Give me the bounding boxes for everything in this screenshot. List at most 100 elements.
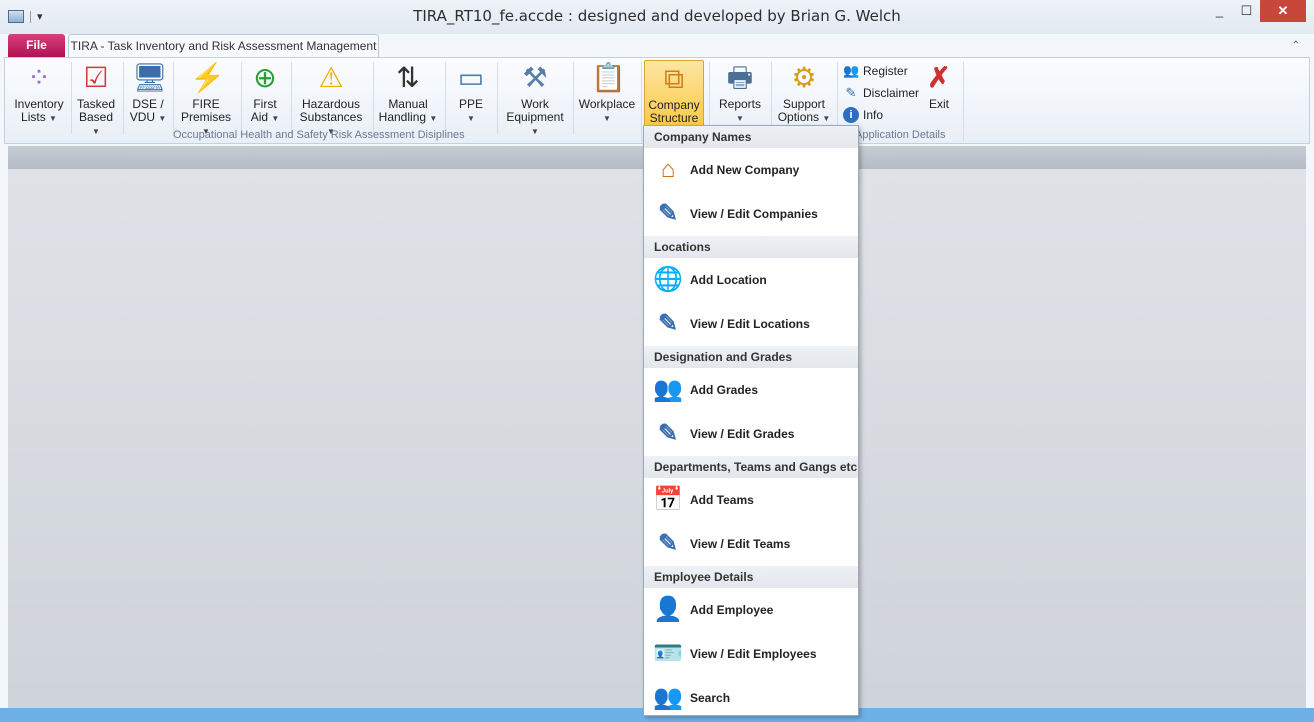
divider (71, 62, 72, 134)
exit-label: Exit (928, 97, 949, 111)
info-button[interactable]: i Info (843, 107, 883, 123)
disclaimer-label: Disclaimer (863, 86, 920, 100)
menu-item-add-grades[interactable]: 👥 Add Grades (644, 368, 858, 412)
menu-item-label: Search (690, 691, 731, 705)
app-window: ▾ TIRA_RT10_fe.accde : designed and deve… (0, 0, 1314, 722)
dropdown-arrow-icon: ▼ (603, 114, 611, 123)
org-chart-icon: ⧉ (664, 63, 684, 94)
workplace-button[interactable]: 📋 Workplace ▼ (575, 60, 639, 128)
ppe-label: PPE (458, 97, 483, 111)
add-employee-icon: 👤 (653, 596, 683, 623)
menu-item-view-edit-teams[interactable]: ✎ View / Edit Teams (644, 522, 858, 566)
up-down-arrows-icon: ⇅ (396, 62, 420, 93)
menu-item-label: View / Edit Locations (690, 317, 810, 331)
fire-premises-button[interactable]: ⚡ FIRE Premises ▼ (177, 60, 235, 136)
menu-item-add-teams[interactable]: 📅 Add Teams (644, 478, 858, 522)
globe-icon: 🌐 (653, 266, 683, 293)
edit-icon: ✎ (657, 200, 679, 227)
inventory-label-1: Inventory (14, 97, 64, 111)
monitor-icon: 🖥 (132, 62, 168, 93)
checklist-icon: ☑ (83, 62, 109, 93)
dse-vdu-button[interactable]: 🖥 DSE / VDU ▼ (127, 60, 169, 128)
tasked-based-button[interactable]: ☑ Tasked Based ▼ (75, 60, 117, 136)
firstaid-label-1: First (253, 97, 277, 111)
divider (709, 62, 710, 134)
menu-item-add-new-company[interactable]: ⌂ Add New Company (644, 148, 858, 192)
support-label-2: Options (777, 110, 820, 124)
dropdown-arrow-icon: ▼ (822, 114, 831, 123)
menu-header-departments: Departments, Teams and Gangs etc (644, 456, 858, 478)
divider (291, 62, 292, 134)
disclaimer-button[interactable]: ✎ Disclaimer (843, 85, 919, 101)
dropdown-arrow-icon: ▼ (158, 114, 167, 123)
dse-label-1: DSE / (132, 97, 164, 111)
goggles-icon: ▭ (457, 62, 485, 93)
hazard-label-2: Substances (299, 110, 363, 124)
menu-item-search[interactable]: 👥 Search (644, 676, 858, 720)
menu-item-view-edit-employees[interactable]: 🪪 View / Edit Employees (644, 632, 858, 676)
work-equipment-button[interactable]: ⚒ Work Equipment ▼ (501, 60, 569, 136)
divider (771, 62, 772, 134)
menu-item-view-edit-companies[interactable]: ✎ View / Edit Companies (644, 192, 858, 236)
settings-list-icon: ⚙ (791, 62, 817, 93)
ribbon-tabs: File TIRA - Task Inventory and Risk Asse… (0, 34, 1314, 59)
ribbon-collapse-icon[interactable]: ⌃ (1292, 40, 1300, 51)
first-aid-button[interactable]: ⊕ First Aid ▼ (245, 60, 285, 128)
menu-item-label: Add New Company (690, 163, 800, 177)
company-structure-button[interactable]: ⧉ Company Structure ▼ (644, 60, 704, 137)
tools-icon: ⚒ (522, 62, 548, 93)
divider (573, 62, 574, 134)
info-label: Info (863, 108, 884, 122)
inventory-label-2: Lists (21, 110, 46, 124)
edit-icon: ✎ (657, 420, 679, 447)
teams-icon: 📅 (653, 486, 683, 513)
tasked-label-1: Tasked (76, 97, 116, 111)
menu-header-employee-details: Employee Details (644, 566, 858, 588)
clipboard-list-icon: 📋 (591, 62, 626, 93)
work-label-2: Equipment (506, 110, 564, 124)
tasked-label-2: Based (78, 110, 114, 124)
reports-button[interactable]: 🖶 Reports ▼ (713, 60, 767, 128)
edit-icon: ✎ (657, 530, 679, 557)
inventory-lists-button[interactable]: ⁘ Inventory Lists ▼ (11, 60, 67, 128)
dropdown-arrow-icon: ▼ (92, 127, 100, 136)
menu-item-add-employee[interactable]: 👤 Add Employee (644, 588, 858, 632)
menu-item-label: Add Location (690, 273, 767, 287)
menu-item-view-edit-grades[interactable]: ✎ View / Edit Grades (644, 412, 858, 456)
support-options-button[interactable]: ⚙ Support Options ▼ (775, 60, 833, 128)
warning-icon: ⚠ (318, 62, 344, 93)
maximize-button[interactable]: ☐ (1233, 0, 1260, 22)
firstaid-label-2: Aid (250, 110, 269, 124)
dropdown-arrow-icon: ▼ (531, 127, 539, 136)
register-people-icon: 👥 (843, 63, 860, 78)
employee-card-icon: 🪪 (653, 640, 683, 667)
menu-item-label: Add Teams (690, 493, 754, 507)
exit-x-icon: ✗ (927, 62, 951, 93)
menu-item-view-edit-locations[interactable]: ✎ View / Edit Locations (644, 302, 858, 346)
close-button[interactable]: ✕ (1260, 0, 1306, 22)
register-button[interactable]: 👥 Register (843, 63, 908, 79)
hazardous-substances-button[interactable]: ⚠ Hazardous Substances ▼ (295, 60, 367, 136)
manual-label-2: Handling (378, 110, 427, 124)
tab-file[interactable]: File (8, 34, 65, 57)
ppe-button[interactable]: ▭ PPE ▼ (449, 60, 493, 128)
divider (123, 62, 124, 134)
printer-icon: 🖶 (726, 62, 754, 93)
title-bar: ▾ TIRA_RT10_fe.accde : designed and deve… (0, 0, 1314, 34)
divider (241, 62, 242, 134)
menu-item-label: View / Edit Companies (690, 207, 818, 221)
minimize-button[interactable]: _ (1206, 0, 1233, 22)
menu-item-add-location[interactable]: 🌐 Add Location (644, 258, 858, 302)
window-controls: _ ☐ ✕ (1206, 0, 1306, 22)
tab-tira[interactable]: TIRA - Task Inventory and Risk Assessmen… (68, 34, 379, 59)
support-label-1: Support (782, 97, 826, 111)
exit-button[interactable]: ✗ Exit (921, 60, 957, 128)
manual-handling-button[interactable]: ⇅ Manual Handling ▼ (377, 60, 439, 128)
company-label-2: Structure (649, 111, 699, 125)
plus-circle-icon: ⊕ (253, 62, 277, 93)
menu-header-designation-grades: Designation and Grades (644, 346, 858, 368)
work-label-1: Work (521, 97, 549, 111)
menu-header-company-names: Company Names (644, 126, 858, 148)
company-label-1: Company (648, 98, 700, 112)
menu-item-label: View / Edit Grades (690, 427, 795, 441)
